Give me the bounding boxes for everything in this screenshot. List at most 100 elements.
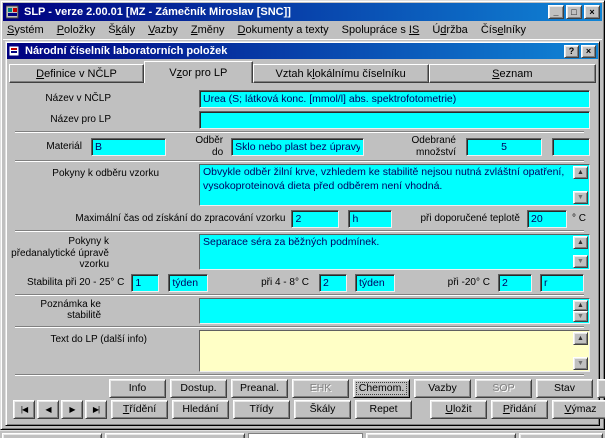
separator bbox=[15, 160, 584, 162]
odber-do-input[interactable] bbox=[231, 138, 364, 156]
separator bbox=[15, 230, 584, 232]
app-icon[interactable] bbox=[6, 5, 20, 19]
ehk-button: EHK bbox=[292, 379, 349, 398]
taskbar-button[interactable] bbox=[2, 433, 102, 438]
last-record-icon[interactable]: ▶| bbox=[85, 400, 107, 419]
chemom-button[interactable]: Chemom. bbox=[353, 379, 410, 398]
trideni-button[interactable]: Třídění bbox=[111, 400, 168, 419]
odber-do-label: Odběr do bbox=[186, 135, 223, 158]
stabilita-20-jednotka-input[interactable] bbox=[168, 274, 208, 292]
pridani-button[interactable]: Přidání bbox=[491, 400, 548, 419]
stabilita-m20-jednotka-input[interactable] bbox=[540, 274, 584, 292]
vazby-button[interactable]: Vazby bbox=[414, 379, 471, 398]
nazev-v-nclp-label: Název v NČLP bbox=[7, 93, 199, 105]
taskbar-button[interactable] bbox=[105, 433, 245, 438]
record-navigator: |◀ ◀ ▶ ▶| bbox=[13, 400, 107, 419]
close-button[interactable]: × bbox=[584, 5, 600, 19]
menu-system[interactable]: Systém bbox=[7, 24, 44, 36]
tab-seznam[interactable]: Seznam bbox=[429, 64, 596, 83]
menu-vazby[interactable]: Vazby bbox=[148, 24, 178, 36]
skaly-button[interactable]: Škály bbox=[294, 400, 351, 419]
scroll-up-icon[interactable]: ▲ bbox=[573, 236, 588, 249]
first-record-icon[interactable]: |◀ bbox=[13, 400, 35, 419]
taskbar-button[interactable] bbox=[248, 433, 363, 438]
scroll-down-icon[interactable]: ▼ bbox=[573, 191, 588, 204]
app-window: SLP - verze 2.00.01 [MZ - Zámečník Miros… bbox=[0, 0, 605, 430]
odebrane-mnozstvi-input[interactable] bbox=[466, 138, 542, 156]
stabilita-m20-input[interactable] bbox=[498, 274, 532, 292]
menu-zmeny[interactable]: Změny bbox=[191, 24, 225, 36]
scroll-down-icon[interactable]: ▼ bbox=[573, 357, 588, 370]
next-record-icon[interactable]: ▶ bbox=[61, 400, 83, 419]
textarea-scrollbar: ▲ ▼ bbox=[573, 236, 588, 268]
scroll-up-icon[interactable]: ▲ bbox=[573, 166, 588, 179]
separator bbox=[15, 374, 584, 376]
text-do-lp-label: Text do LP (další info) bbox=[7, 330, 199, 346]
preanal-button[interactable]: Preanal. bbox=[231, 379, 288, 398]
tab-definice-v-nclp[interactable]: Definice v NČLP bbox=[9, 64, 144, 83]
stabilita-20-input[interactable] bbox=[131, 274, 159, 292]
nazev-v-nclp-input[interactable] bbox=[199, 90, 590, 108]
scroll-down-icon[interactable]: ▼ bbox=[573, 311, 588, 322]
dialog-close-button[interactable]: × bbox=[581, 45, 596, 58]
scroll-up-icon[interactable]: ▲ bbox=[573, 332, 588, 345]
dialog-title: Národní číselník laboratorních položek bbox=[25, 45, 564, 57]
teplota-input[interactable] bbox=[527, 210, 567, 228]
separator bbox=[15, 131, 584, 133]
menu-spoluprace[interactable]: Spolupráce s IS bbox=[342, 24, 420, 36]
menu-udrzba[interactable]: Údržba bbox=[432, 24, 467, 36]
stabilita-m20-label: při -20° C bbox=[448, 277, 490, 289]
poznamka-stabilite-textarea[interactable] bbox=[200, 299, 589, 323]
nazev-pro-lp-label: Název pro LP bbox=[7, 114, 199, 126]
minimize-button[interactable]: _ bbox=[548, 5, 564, 19]
material-input[interactable] bbox=[91, 138, 166, 156]
repet-button[interactable]: Repet bbox=[355, 400, 412, 419]
sop-button: SOP bbox=[475, 379, 532, 398]
tab-vzor-pro-lp[interactable]: Vzor pro LP bbox=[144, 61, 253, 83]
textarea-scrollbar: ▲ ▼ bbox=[573, 166, 588, 204]
menu-ciselniky[interactable]: Číselníky bbox=[481, 24, 526, 36]
stabilita-4-jednotka-input[interactable] bbox=[355, 274, 395, 292]
max-cas-jednotka-input[interactable] bbox=[348, 210, 392, 228]
pokyny-odberu-textarea[interactable]: Obvykle odběr žilní krve, vzhledem ke st… bbox=[200, 165, 589, 205]
scroll-up-icon[interactable]: ▲ bbox=[573, 300, 588, 311]
text-do-lp-textarea[interactable] bbox=[200, 331, 589, 371]
dialog-titlebar[interactable]: Národní číselník laboratorních položek ?… bbox=[7, 43, 598, 59]
menu-dokumenty[interactable]: Dokumenty a texty bbox=[238, 24, 329, 36]
maximize-button[interactable]: □ bbox=[566, 5, 582, 19]
scroll-down-icon[interactable]: ▼ bbox=[573, 255, 588, 268]
separator bbox=[15, 294, 584, 296]
vymaz-button[interactable]: Výmaz bbox=[552, 400, 605, 419]
menu-polozky[interactable]: Položky bbox=[57, 24, 96, 36]
menu-skaly[interactable]: Škály bbox=[108, 24, 135, 36]
textarea-scrollbar: ▲ ▼ bbox=[573, 300, 588, 322]
previous-record-icon[interactable]: ◀ bbox=[37, 400, 59, 419]
stabilita-4-input[interactable] bbox=[319, 274, 347, 292]
menu-bar: Systém Položky Škály Vazby Změny Dokumen… bbox=[3, 21, 602, 40]
pokyny-odberu-label: Pokyny k odběru vzorku bbox=[7, 164, 199, 180]
stabilita-4-label: při 4 - 8° C bbox=[261, 277, 309, 289]
stabilita-20-label: Stabilita při 20 - 25° C bbox=[27, 277, 124, 289]
pokyny-predanalyticke-label: Pokyny k předanalytické úpravě vzorku bbox=[7, 234, 199, 271]
max-cas-input[interactable] bbox=[291, 210, 339, 228]
help-button[interactable]: ? bbox=[564, 45, 579, 58]
tab-vztah-k-lokalnimu-ciselniku[interactable]: Vztah k lokálnímu číselníku bbox=[253, 64, 429, 83]
ulozit-button[interactable]: Uložit bbox=[430, 400, 487, 419]
taskbar-button[interactable] bbox=[366, 433, 516, 438]
tab-strip: Definice v NČLP Vzor pro LP Vztah k loká… bbox=[7, 59, 598, 83]
odebrane-jednotka-input[interactable] bbox=[552, 138, 590, 156]
poznamka-stabilite-label: Poznámka ke stabilitě bbox=[7, 298, 199, 322]
pokyny-predanalyticke-textarea[interactable]: Separace séra za běžných podmínek. bbox=[200, 235, 589, 269]
tridy-button[interactable]: Třídy bbox=[233, 400, 290, 419]
zmeny-button[interactable]: Změny bbox=[597, 379, 605, 398]
nazev-pro-lp-input[interactable] bbox=[199, 111, 590, 129]
dostup-button[interactable]: Dostup. bbox=[170, 379, 227, 398]
taskbar-fragment bbox=[0, 430, 605, 438]
app-titlebar[interactable]: SLP - verze 2.00.01 [MZ - Zámečník Miros… bbox=[3, 3, 602, 21]
dialog-icon[interactable] bbox=[9, 45, 21, 57]
separator bbox=[15, 326, 584, 328]
hledani-button[interactable]: Hledání bbox=[172, 400, 229, 419]
stav-button[interactable]: Stav bbox=[536, 379, 593, 398]
info-button[interactable]: Info bbox=[109, 379, 166, 398]
odebrane-mnozstvi-label: Odebrané množství bbox=[378, 135, 456, 158]
